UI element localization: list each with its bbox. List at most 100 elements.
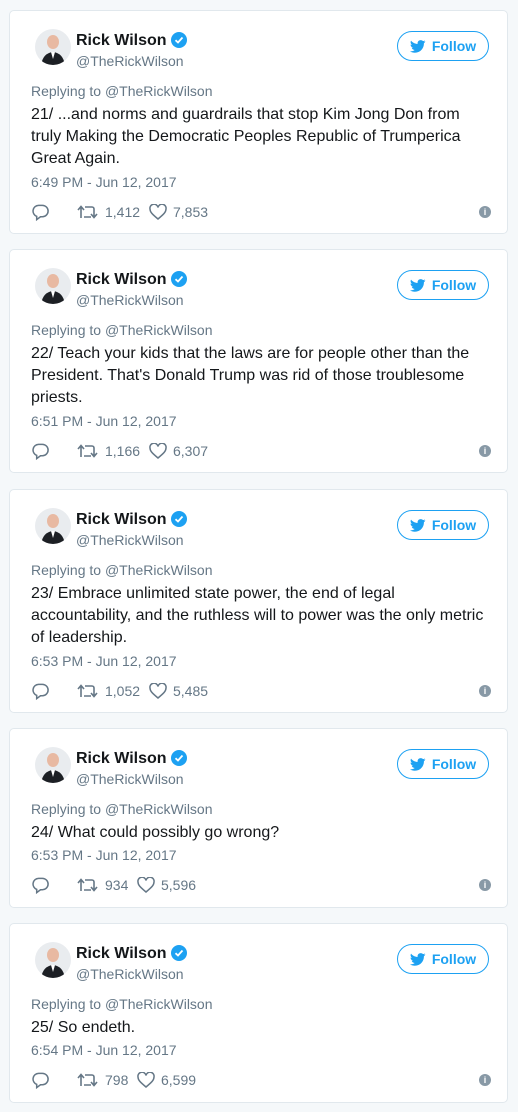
retweet-button[interactable]: 1,052: [77, 681, 140, 701]
user-name[interactable]: Rick Wilson: [76, 750, 187, 771]
tweet-card: Rick Wilson @TheRickWilson Follow Replyi…: [9, 489, 508, 713]
follow-button[interactable]: Follow: [397, 944, 489, 974]
replying-to: Replying to @TheRickWilson: [31, 801, 213, 817]
replying-handle-link[interactable]: @TheRickWilson: [105, 996, 213, 1012]
avatar[interactable]: [35, 29, 71, 65]
user-name[interactable]: Rick Wilson: [76, 271, 187, 292]
tweet-text: 22/ Teach your kids that the laws are fo…: [31, 345, 470, 406]
follow-button[interactable]: Follow: [397, 31, 489, 61]
tweet-text: 21/ ...and norms and guardrails that sto…: [31, 106, 461, 167]
user-name[interactable]: Rick Wilson: [76, 32, 187, 53]
replying-handle-link[interactable]: @TheRickWilson: [105, 562, 213, 578]
heart-icon: [137, 877, 155, 893]
retweet-icon: [77, 684, 98, 698]
like-button[interactable]: 6,599: [137, 1070, 196, 1090]
twitter-bird-icon: [409, 952, 426, 966]
avatar[interactable]: [35, 747, 71, 783]
tweet-text: 23/ Embrace unlimited state power, the e…: [31, 585, 484, 646]
tweet-card: Rick Wilson @TheRickWilson Follow Replyi…: [9, 923, 508, 1103]
verified-badge-icon: [170, 271, 187, 292]
tweet-actions: 798 6,599 i: [31, 1070, 491, 1090]
info-icon[interactable]: i: [479, 206, 491, 218]
like-count: 7,853: [173, 204, 209, 220]
retweet-button[interactable]: 1,412: [77, 202, 140, 222]
user-name[interactable]: Rick Wilson: [76, 945, 187, 966]
follow-button[interactable]: Follow: [397, 510, 489, 540]
like-count: 5,485: [173, 683, 209, 699]
avatar[interactable]: [35, 508, 71, 544]
retweet-icon: [77, 205, 98, 219]
tweet-timestamp[interactable]: 6:51 PM - Jun 12, 2017: [31, 413, 177, 429]
retweet-count: 1,412: [105, 204, 141, 220]
reply-icon: [32, 877, 49, 894]
info-icon[interactable]: i: [479, 445, 491, 457]
like-button[interactable]: 5,485: [149, 681, 208, 701]
reply-icon: [32, 683, 49, 700]
reply-button[interactable]: [31, 681, 50, 701]
heart-icon: [149, 683, 167, 699]
replying-to: Replying to @TheRickWilson: [31, 562, 213, 578]
avatar[interactable]: [35, 268, 71, 304]
replying-to: Replying to @TheRickWilson: [31, 996, 213, 1012]
like-count: 6,599: [161, 1072, 197, 1088]
retweet-button[interactable]: 798: [77, 1070, 128, 1090]
retweet-button[interactable]: 1,166: [77, 441, 140, 461]
user-handle[interactable]: @TheRickWilson: [76, 53, 184, 69]
reply-icon: [32, 443, 49, 460]
tweet-text: 25/ So endeth.: [31, 1019, 136, 1036]
replying-handle-link[interactable]: @TheRickWilson: [105, 322, 213, 338]
verified-badge-icon: [170, 32, 187, 53]
tweet-card: Rick Wilson @TheRickWilson Follow Replyi…: [9, 10, 508, 234]
reply-button[interactable]: [31, 441, 50, 461]
tweet-timestamp[interactable]: 6:54 PM - Jun 12, 2017: [31, 1042, 177, 1058]
reply-button[interactable]: [31, 202, 50, 222]
replying-to: Replying to @TheRickWilson: [31, 83, 213, 99]
info-icon[interactable]: i: [479, 1074, 491, 1086]
like-count: 6,307: [173, 443, 209, 459]
retweet-count: 1,052: [105, 683, 141, 699]
avatar[interactable]: [35, 942, 71, 978]
tweet-text: 24/ What could possibly go wrong?: [31, 824, 280, 841]
user-handle[interactable]: @TheRickWilson: [76, 292, 184, 308]
user-name[interactable]: Rick Wilson: [76, 511, 187, 532]
twitter-bird-icon: [409, 518, 426, 532]
reply-button[interactable]: [31, 875, 50, 895]
like-button[interactable]: 7,853: [149, 202, 208, 222]
retweet-button[interactable]: 934: [77, 875, 128, 895]
like-count: 5,596: [161, 877, 197, 893]
reply-icon: [32, 204, 49, 221]
tweet-timestamp[interactable]: 6:53 PM - Jun 12, 2017: [31, 847, 177, 863]
replying-to: Replying to @TheRickWilson: [31, 322, 213, 338]
heart-icon: [149, 204, 167, 220]
follow-label: Follow: [431, 277, 477, 293]
retweet-icon: [77, 878, 98, 892]
twitter-bird-icon: [409, 39, 426, 53]
follow-label: Follow: [431, 38, 477, 54]
reply-button[interactable]: [31, 1070, 50, 1090]
user-handle[interactable]: @TheRickWilson: [76, 771, 184, 787]
follow-button[interactable]: Follow: [397, 270, 489, 300]
retweet-count: 1,166: [105, 443, 141, 459]
follow-label: Follow: [431, 756, 477, 772]
follow-label: Follow: [431, 517, 477, 533]
verified-badge-icon: [170, 511, 187, 532]
retweet-icon: [77, 1073, 98, 1087]
tweet-actions: 1,052 5,485 i: [31, 681, 491, 701]
info-icon[interactable]: i: [479, 879, 491, 891]
like-button[interactable]: 6,307: [149, 441, 208, 461]
info-icon[interactable]: i: [479, 685, 491, 697]
heart-icon: [149, 443, 167, 459]
tweet-timestamp[interactable]: 6:53 PM - Jun 12, 2017: [31, 653, 177, 669]
retweet-icon: [77, 444, 98, 458]
tweet-timestamp[interactable]: 6:49 PM - Jun 12, 2017: [31, 174, 177, 190]
retweet-count: 798: [105, 1072, 129, 1088]
verified-badge-icon: [170, 945, 187, 966]
follow-button[interactable]: Follow: [397, 749, 489, 779]
follow-label: Follow: [431, 951, 477, 967]
user-handle[interactable]: @TheRickWilson: [76, 966, 184, 982]
user-handle[interactable]: @TheRickWilson: [76, 532, 184, 548]
like-button[interactable]: 5,596: [137, 875, 196, 895]
replying-handle-link[interactable]: @TheRickWilson: [105, 801, 213, 817]
verified-badge-icon: [170, 750, 187, 771]
replying-handle-link[interactable]: @TheRickWilson: [105, 83, 213, 99]
